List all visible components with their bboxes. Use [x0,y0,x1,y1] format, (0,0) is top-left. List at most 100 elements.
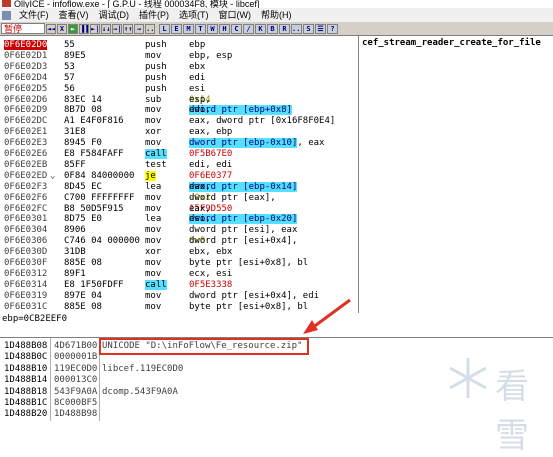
toolbar-button[interactable]: ↑↑ [123,23,133,34]
disasm-comment-divider[interactable] [358,36,359,313]
menu-item[interactable]: 调试(D) [94,8,135,22]
operand-part: dword ptr [eax], [189,192,282,203]
toolbar-button[interactable]: T [195,23,206,34]
toolbar-button[interactable]: → [134,23,144,34]
disasm-row[interactable]: 0F6E0306 C746 04 000000 mov dword ptr [esi+… [0,236,360,246]
toolbar-button[interactable]: ↓↓ [101,23,111,34]
instruction-mnemonic: mov [145,192,162,203]
disasm-row[interactable]: 0F6E0314 E8 1F50FDFF call 0F5E3338 [0,279,360,290]
instruction-address: 0F6E02DC [4,116,48,127]
snowflake-icon [449,358,487,398]
disasm-row[interactable]: 0F6E02E3 8945 F0 mov dword ptr [ebp-0x10], … [0,138,360,149]
disasm-row[interactable]: 0F6E02D9 8B7D 08 mov edi, dword ptr [ebp+0x… [0,105,360,116]
toolbar: 暂停 ◄◄X►▐▐►|↓↓→|↑↑→...LEMTWHC/KBR...S☰? [0,22,553,36]
toolbar-button[interactable]: H [219,23,230,34]
instruction-address: 0F6E02D9 [4,105,48,116]
operand-part: ebx, ebx [189,247,233,258]
disasm-row[interactable]: 0F6E02DC A1 E4F0F816 mov eax, dword ptr [0x… [0,116,360,126]
dump-addr: 1D488B0C [4,352,48,363]
dump-row[interactable]: 1D488B20 1D488B98 [0,409,553,419]
instruction-mnemonic: mov [145,225,162,236]
toolbar-button[interactable]: B [267,23,278,34]
menu-item[interactable]: 文件(F) [14,8,54,22]
disasm-row[interactable]: 0F6E0319 897E 04 mov dword ptr [esi+0x4], e… [0,291,360,301]
operand-part: edi [189,72,206,83]
toolbar-button[interactable]: →| [112,23,122,34]
instruction-mnemonic: lea [145,214,162,225]
instruction-bytes: 0F84 84000000 [64,170,135,181]
instruction-operands: 0F5E3338 [189,280,232,290]
instruction-address: 0F6E02D1 [4,50,48,61]
disasm-row[interactable]: 0F6E02D3 53 push ebx [0,62,360,72]
toolbar-button[interactable]: L [159,23,170,34]
disasm-row[interactable]: 0F6E02FC B8 50D5F915 mov eax, 15F9D550 [0,204,360,214]
toolbar-button[interactable]: K [255,23,266,34]
instruction-operands: eax, dword ptr [ebp-0x14] [189,181,298,192]
disassembly-pane[interactable]: 0F6E02D0 55 push ebp 0F6E02D1 89E5 mov ebp, esp… [0,36,553,314]
instruction-bytes: 83EC 14 [64,94,102,105]
disasm-row[interactable]: 0F6E02F3 8D45 EC lea eax, dword ptr [ebp-0x… [0,181,360,192]
toolbar-button[interactable]: ... [145,23,155,34]
disasm-row[interactable]: 0F6E02D0 55 push ebp [0,40,360,50]
toolbar-button[interactable]: C [231,23,242,34]
instruction-mnemonic: mov [145,50,162,61]
disasm-row[interactable]: 0F6E0301 8D75 E0 lea esi, dword ptr [ebp-0x… [0,214,360,225]
toolbar-button[interactable]: M [183,23,194,34]
instruction-address: 0F6E0304 [4,225,48,236]
disasm-row[interactable]: 0F6E02F6 C700 FFFFFFFF mov dword ptr [eax],… [0,193,360,203]
disasm-row[interactable]: 0F6E02EB 85FF test edi, edi [0,160,360,170]
info-pane[interactable]: ebp=0CB2EEF0 [0,313,553,338]
toolbar-button[interactable]: ►| [90,23,100,34]
toolbar-button[interactable]: W [207,23,218,34]
menu-item[interactable]: 插件(P) [134,8,174,22]
window-title: OllyICE - infoflow.exe - [ G.P.U - 线程 00… [14,0,260,8]
instruction-bytes: 31DB [64,247,86,258]
disasm-row[interactable]: 0F6E0312 89F1 mov ecx, esi [0,269,360,279]
disasm-row[interactable]: 0F6E030F 885E 08 mov byte ptr [esi+0x8], bl [0,258,360,268]
disasm-row[interactable]: 0F6E02ED ⌄ 0F84 84000000 je 0F6E0377 [0,170,360,181]
jump-arrow-icon: ⌄ [50,170,56,181]
disasm-row[interactable]: 0F6E0304 8906 mov dword ptr [esi], eax [0,225,360,235]
menu-app-icon[interactable] [2,10,11,20]
toolbar-button[interactable]: ► [68,23,78,34]
instruction-address: 0F6E02EB [4,159,48,170]
toolbar-button[interactable]: E [171,23,182,34]
toolbar-button[interactable]: ... [291,23,302,34]
operand-part: esp, [189,94,217,105]
dump-addr: 1D488B20 [4,409,48,420]
toolbar-button[interactable]: ▐▐ [79,23,89,34]
toolbar-button[interactable]: ☰ [315,23,326,34]
toolbar-button[interactable]: / [243,23,254,34]
dump-column-divider[interactable] [50,338,51,421]
operand-part: ebp, esp [189,50,233,61]
toolbar-button[interactable]: ◄◄ [46,23,56,34]
menu-item[interactable]: 选项(T) [174,8,214,22]
disasm-row[interactable]: 0F6E02E1 31E8 xor eax, ebp [0,127,360,137]
disasm-row[interactable]: 0F6E02D5 56 push esi [0,84,360,94]
dump-addr: 1D488B08 [4,341,48,351]
instruction-address: 0F6E02E3 [4,138,48,149]
toolbar-button[interactable]: R [279,23,290,34]
instruction-mnemonic: mov [145,236,162,247]
disasm-row[interactable]: 0F6E031C 885E 08 mov byte ptr [esi+0x8], bl [0,302,360,312]
operand-part: dword ptr [esi+0x4], [189,236,303,247]
disasm-row[interactable]: 0F6E02E6 E8 F584FAFF call 0F5B67E0 [0,149,360,159]
instruction-mnemonic: mov [145,105,162,116]
operand-part: eax, [189,181,217,192]
operand-part: esi [189,83,206,94]
instruction-address: 0F6E0314 [4,279,48,290]
menu-item[interactable]: 查看(V) [54,8,94,22]
instruction-address: 0F6E0301 [4,214,48,225]
disasm-row[interactable]: 0F6E030D 31DB xor ebx, ebx [0,247,360,257]
disasm-row[interactable]: 0F6E02D4 57 push edi [0,73,360,83]
toolbar-button[interactable]: X [57,23,67,34]
menu-item[interactable]: 帮助(H) [256,8,297,22]
disasm-row[interactable]: 0F6E02D1 89E5 mov ebp, esp [0,51,360,61]
disasm-row[interactable]: 0F6E02D6 83EC 14 sub esp, 0x14 [0,95,360,105]
menu-item[interactable]: 窗口(W) [214,8,257,22]
menu-bar: 文件(F) 查看(V) 调试(D) 插件(P) 选项(T) 窗口(W) 帮助(H) [0,8,553,22]
dump-addr: 1D488B18 [4,386,48,397]
toolbar-button[interactable]: S [303,23,314,34]
instruction-address: 0F6E02E6 [4,149,48,159]
toolbar-button[interactable]: ? [327,23,338,34]
